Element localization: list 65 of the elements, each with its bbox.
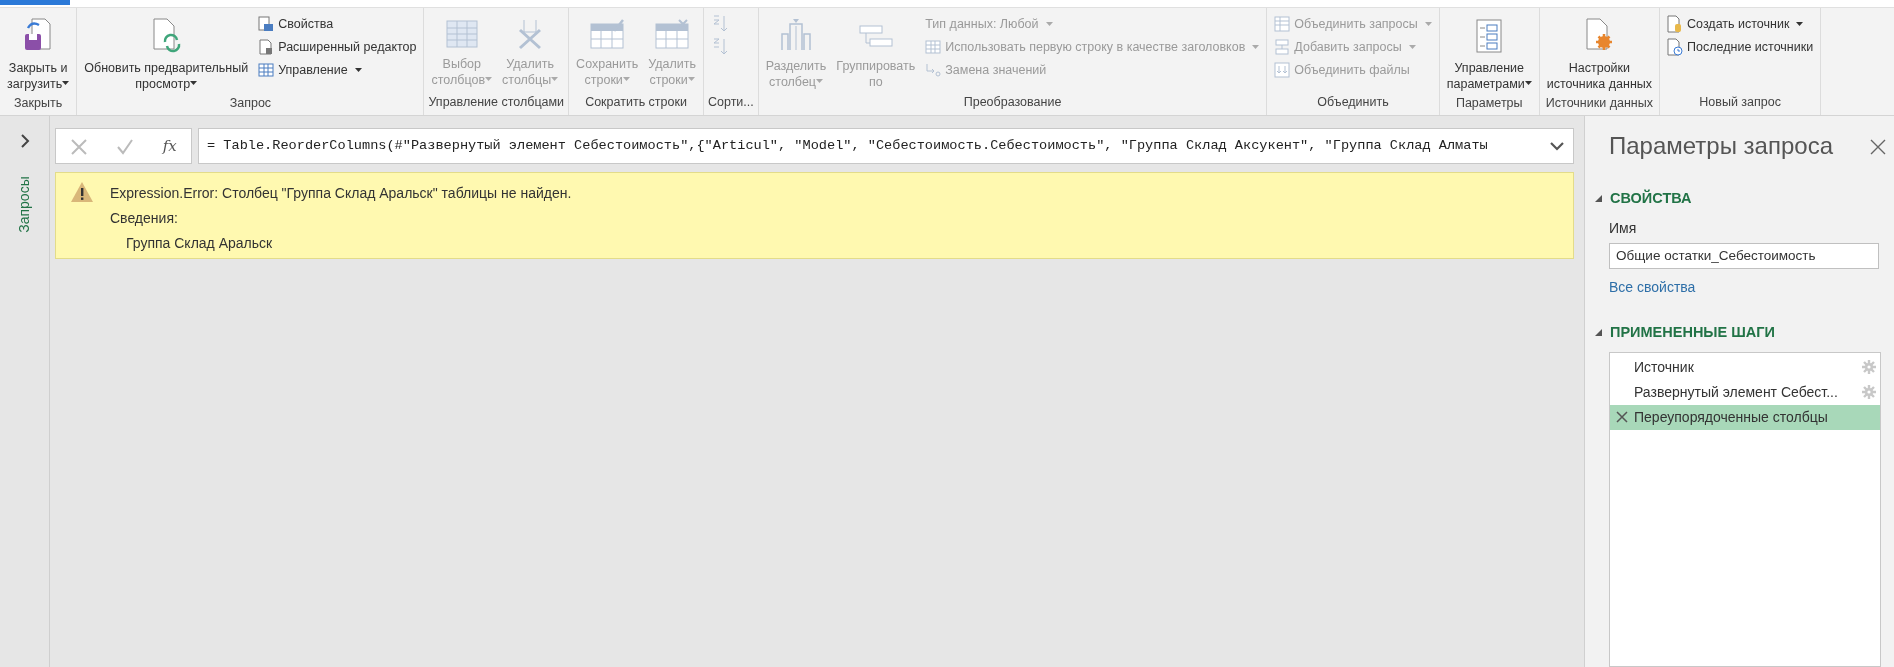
formula-field[interactable]: = Table.ReorderColumns(#"Развернутый элемент Себестоимость",{"Articul", "Model", "Себестоимость.Себестоимость", "Группа Склад Аксукент", "Группа Склад Алматы	[198, 128, 1574, 164]
insert-function-button[interactable]: fx	[162, 134, 177, 158]
recent-document-icon	[1667, 38, 1684, 56]
collapse-toggle[interactable]	[1595, 329, 1602, 337]
details-label: Сведения:	[110, 209, 179, 228]
group-label: Преобразование	[962, 94, 1063, 111]
group-label: Управление столбцами	[428, 94, 565, 111]
close-icon	[1870, 138, 1886, 155]
table-icon	[925, 39, 942, 55]
rows-remove-icon	[654, 18, 691, 50]
file-tab-indicator	[0, 0, 70, 5]
ribbon-button[interactable]: Закрыть и загрузить	[4, 12, 73, 94]
properties-icon	[258, 16, 275, 32]
table-icon	[258, 62, 275, 78]
check-icon	[116, 137, 135, 156]
step-settings-button[interactable]	[1862, 385, 1876, 399]
error-detail: Группа Склад Аральск	[125, 234, 274, 253]
section-heading: ПРИМЕНЕННЫЕ ШАГИ	[1610, 322, 1775, 342]
group-label: Запрос	[228, 95, 273, 112]
panel-title: Параметры запроса	[1609, 131, 1833, 161]
warning-icon	[70, 181, 94, 203]
group-label: Сократить строки	[584, 94, 688, 111]
merge-table-icon	[1274, 16, 1291, 32]
ribbon-button[interactable]: Обновить предварительный просмотр	[81, 12, 252, 94]
ribbon-button[interactable]: Последние источники	[1664, 37, 1817, 57]
collapse-triangle-icon	[1595, 195, 1602, 203]
queries-pane-label[interactable]: Запросы	[14, 176, 35, 233]
gear-icon	[1862, 385, 1876, 399]
expand-formula-button[interactable]	[1549, 141, 1565, 151]
replace-arrow-icon	[925, 62, 942, 78]
group-label: Закрыть	[13, 95, 64, 112]
group-label: Объединить	[1316, 94, 1390, 111]
refresh-document-icon	[150, 18, 183, 54]
collapse-toggle[interactable]	[1595, 195, 1602, 203]
error-message: Expression.Error: Столбец "Группа Склад Аральск" таблицы не найден.	[110, 184, 572, 203]
column-grid-icon	[443, 18, 480, 50]
section-heading: СВОЙСТВА	[1610, 188, 1692, 208]
gear-icon	[1862, 360, 1876, 374]
chevron-right-icon	[19, 133, 30, 148]
ribbon-button[interactable]: Расширенный редактор	[255, 37, 420, 57]
append-table-icon	[1274, 39, 1291, 55]
ribbon-button[interactable]: Управление	[255, 60, 420, 80]
group-label: Параметры	[1454, 95, 1524, 112]
new-document-icon	[1667, 15, 1684, 33]
parameter-list-icon	[1474, 18, 1505, 54]
applied-step[interactable]: Развернутый элемент Себест...	[1610, 379, 1880, 405]
ribbon-button[interactable]: Создать источник	[1664, 14, 1817, 34]
name-input[interactable]: Общие остатки_Себестоимость	[1609, 242, 1879, 269]
group-label: Сорти...	[707, 94, 754, 111]
ribbon-button[interactable]: Управление параметрами	[1443, 12, 1535, 94]
group-label: Новый запрос	[1698, 94, 1782, 111]
step-settings-button[interactable]	[1862, 360, 1876, 374]
ribbon-button[interactable]: Настройки источника данных	[1543, 12, 1656, 94]
all-properties-link[interactable]: Все свойства	[1609, 276, 1696, 298]
combine-files-icon	[1274, 62, 1291, 78]
name-label: Имя	[1609, 218, 1638, 238]
chevron-down-icon	[1549, 141, 1565, 151]
close-icon	[70, 137, 89, 156]
applied-step[interactable]: Источник	[1610, 354, 1880, 380]
ribbon-button[interactable]: Свойства	[255, 14, 420, 34]
collapse-triangle-icon	[1595, 329, 1602, 337]
document-icon	[258, 39, 275, 55]
applied-step[interactable]: Переупорядоченные столбцы	[1610, 404, 1880, 430]
rows-check-icon	[589, 18, 626, 50]
group-label: Источники данных	[1544, 95, 1654, 112]
